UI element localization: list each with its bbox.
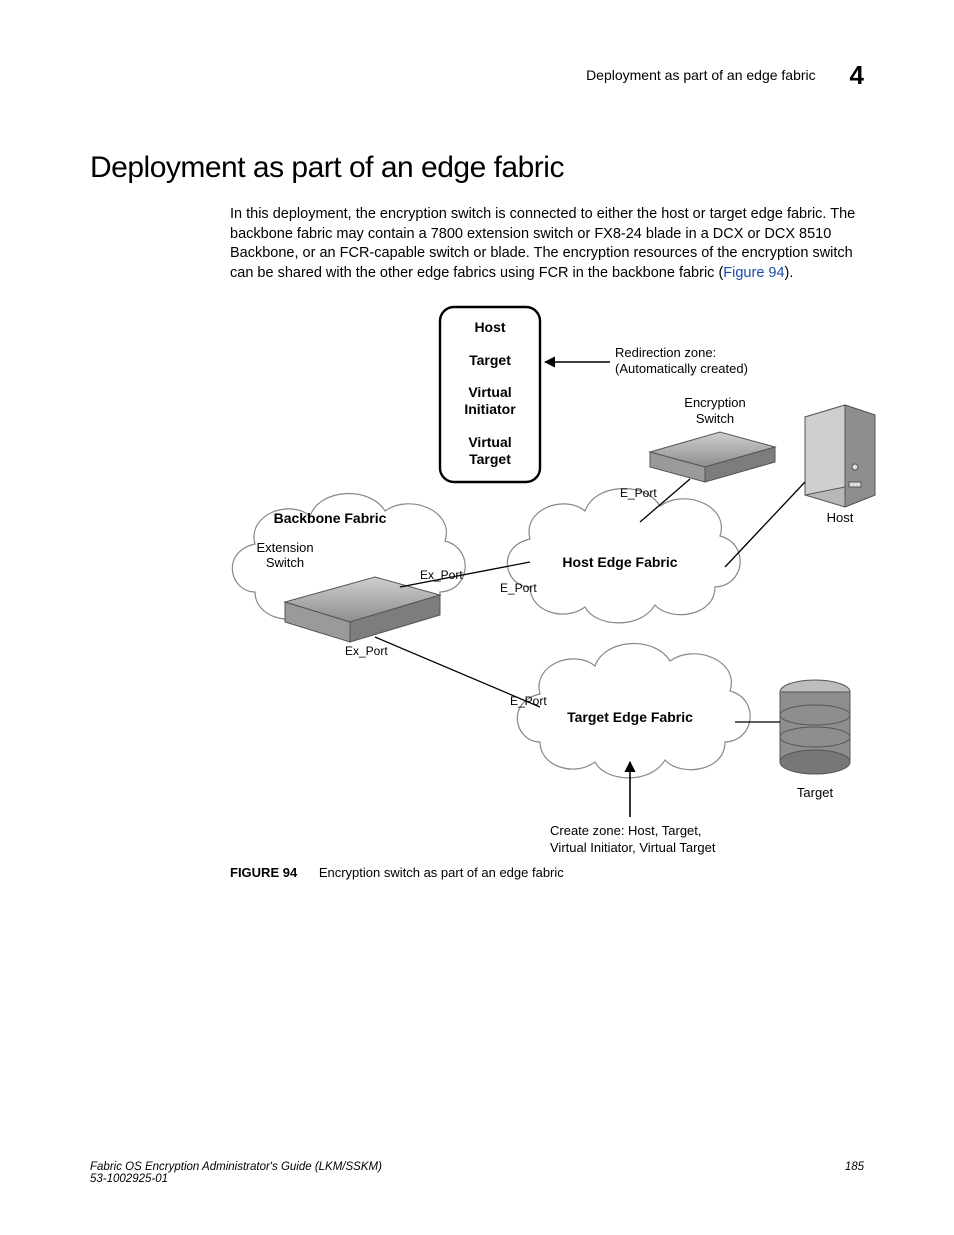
- figure-diagram: Backbone Fabric Extension Switch Host Ed…: [230, 297, 890, 857]
- redir-box-line1: Host: [474, 319, 505, 335]
- create-zone-label-1: Create zone: Host, Target,: [550, 823, 702, 838]
- running-title: Deployment as part of an edge fabric: [586, 67, 816, 83]
- redir-zone-label-2: (Automatically created): [615, 361, 748, 376]
- encryption-switch-icon: [650, 432, 775, 482]
- redir-box-line5: Virtual: [468, 434, 511, 450]
- body-tail: ).: [785, 265, 794, 281]
- target-storage-icon: [780, 680, 850, 774]
- redir-box-line4: Initiator: [464, 401, 516, 417]
- extension-switch-label-2: Switch: [266, 555, 304, 570]
- body-paragraph: In this deployment, the encryption switc…: [230, 205, 864, 283]
- export-label-1: Ex_Port: [420, 568, 463, 582]
- eport-label-2: E_Port: [500, 581, 537, 595]
- page-number: 185: [845, 1161, 864, 1173]
- footer-docnum: 53-1002925-01: [90, 1173, 864, 1185]
- redir-box-line6: Target: [469, 451, 511, 467]
- figure-caption-label: FIGURE 94: [230, 865, 297, 880]
- section-title: Deployment as part of an edge fabric: [90, 151, 864, 185]
- export-label-2: Ex_Port: [345, 644, 388, 658]
- host-tower-icon: [805, 405, 875, 507]
- eport-label-1: E_Port: [620, 486, 657, 500]
- encryption-switch-label-1: Encryption: [684, 395, 745, 410]
- eport-label-3: E_Port: [510, 694, 547, 708]
- chapter-number: 4: [850, 60, 864, 91]
- figure-caption-text: Encryption switch as part of an edge fab…: [319, 865, 564, 880]
- target-label: Target: [797, 785, 834, 800]
- redir-zone-label-1: Redirection zone:: [615, 345, 716, 360]
- figure-caption: FIGURE 94 Encryption switch as part of a…: [230, 865, 864, 880]
- target-edge-fabric-label: Target Edge Fabric: [567, 709, 693, 725]
- redir-box-line2: Target: [469, 352, 511, 368]
- line-hostedge-host: [725, 482, 805, 567]
- footer-book: Fabric OS Encryption Administrator's Gui…: [90, 1161, 864, 1173]
- host-label: Host: [827, 510, 854, 525]
- create-zone-label-2: Virtual Initiator, Virtual Target: [550, 840, 716, 855]
- encryption-switch-label-2: Switch: [696, 411, 734, 426]
- backbone-fabric-label: Backbone Fabric: [274, 510, 387, 526]
- page-footer: 185 Fabric OS Encryption Administrator's…: [90, 1161, 864, 1185]
- extension-switch-label-1: Extension: [256, 540, 313, 555]
- running-header: Deployment as part of an edge fabric 4: [90, 60, 864, 91]
- redir-box-line3: Virtual: [468, 384, 511, 400]
- figure-xref[interactable]: Figure 94: [723, 265, 784, 281]
- host-edge-fabric-label: Host Edge Fabric: [562, 554, 677, 570]
